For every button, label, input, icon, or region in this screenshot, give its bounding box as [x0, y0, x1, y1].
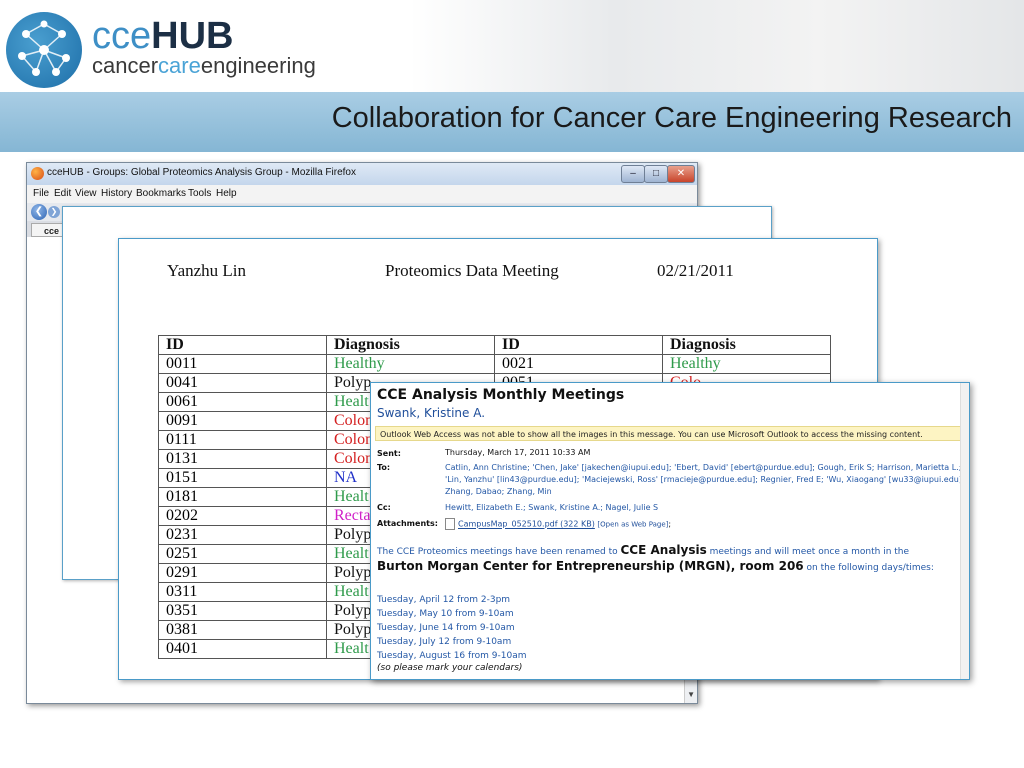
cell-id: 0131 — [158, 449, 327, 469]
cell-id: 0011 — [158, 354, 327, 374]
cell-id: 0151 — [158, 468, 327, 488]
attachment-link[interactable]: CampusMap_052510.pdf (322 KB) — [458, 520, 595, 529]
col-header-diagnosis: Diagnosis — [326, 335, 495, 355]
scroll-down-arrow-icon[interactable]: ▼ — [687, 690, 695, 699]
menu-edit[interactable]: Edit — [54, 188, 71, 199]
close-button[interactable]: ✕ — [667, 165, 695, 183]
brand-hub: HUB — [151, 15, 234, 57]
email-subject: CCE Analysis Monthly Meetings — [377, 387, 625, 403]
browser-titlebar: cceHUB - Groups: Global Proteomics Analy… — [27, 163, 697, 185]
doc-author: Yanzhu Lin — [167, 261, 247, 280]
cell-id: 0111 — [158, 430, 327, 450]
email-scrollbar[interactable] — [960, 383, 969, 679]
to-label: To: — [377, 463, 391, 472]
brand-tagline: cancercareengineering — [92, 55, 316, 77]
minimize-button[interactable]: – — [621, 165, 645, 183]
body-text-1b: CCE Analysis — [620, 543, 707, 557]
meeting-date-item: Tuesday, August 16 from 9-10am — [377, 651, 527, 661]
body-line-2: Burton Morgan Center for Entrepreneurshi… — [377, 559, 963, 575]
tagline-engineering: engineering — [200, 53, 316, 78]
calendar-note: (so please mark your calendars) — [377, 663, 523, 673]
cell-id: 0291 — [158, 563, 327, 583]
cc-label: Cc: — [377, 503, 391, 512]
cell-id: 0311 — [158, 582, 327, 602]
menu-view[interactable]: View — [75, 188, 97, 199]
body-text-1c: meetings and will meet once a month in t… — [706, 547, 910, 557]
email-window: CCE Analysis Monthly Meetings Swank, Kri… — [370, 382, 970, 680]
cell-id: 0202 — [158, 506, 327, 526]
brand-name: cceHUB — [92, 16, 233, 56]
menu-history[interactable]: History — [101, 188, 132, 199]
table-row: 0011 Healthy 0021 Healthy — [158, 354, 831, 374]
menu-bookmarks[interactable]: Bookmarks — [136, 188, 186, 199]
cell-id: 0091 — [158, 411, 327, 431]
cell-id: 0231 — [158, 525, 327, 545]
firefox-icon — [31, 167, 44, 180]
doc-title: Proteomics Data Meeting — [385, 261, 559, 280]
email-body: The CCE Proteomics meetings have been re… — [377, 543, 963, 575]
body-text-2a: Burton Morgan Center for Entrepreneurshi… — [377, 559, 804, 573]
meeting-date-item: Tuesday, July 12 from 9-10am — [377, 637, 512, 647]
forward-arrow-icon[interactable]: ❯ — [48, 206, 60, 218]
browser-window-title: cceHUB - Groups: Global Proteomics Analy… — [47, 167, 356, 178]
cell-id: 0381 — [158, 620, 327, 640]
tab-ccehub[interactable]: cce — [31, 223, 65, 237]
attachment-entry: CampusMap_052510.pdf (322 KB) [Open as W… — [445, 518, 965, 531]
cell-diagnosis-2: Healthy — [662, 354, 831, 374]
doc-date: 02/21/2011 — [657, 261, 734, 280]
attachments-label: Attachments: — [377, 519, 438, 528]
col-header-diagnosis-2: Diagnosis — [662, 335, 831, 355]
maximize-button[interactable]: □ — [644, 165, 668, 183]
cell-id: 0351 — [158, 601, 327, 621]
cell-id: 0181 — [158, 487, 327, 507]
email-sender[interactable]: Swank, Kristine A. — [377, 406, 485, 420]
sent-label: Sent: — [377, 449, 401, 458]
table-header-row: ID Diagnosis ID Diagnosis — [158, 335, 831, 355]
cell-id: 0251 — [158, 544, 327, 564]
image-warning-banner: Outlook Web Access was not able to show … — [375, 426, 961, 441]
body-line-1: The CCE Proteomics meetings have been re… — [377, 543, 963, 559]
cell-id: 0041 — [158, 373, 327, 393]
cell-id-2: 0021 — [494, 354, 663, 374]
tagline-cancer: cancer — [92, 53, 159, 78]
network-logo-icon — [6, 12, 82, 88]
col-header-id: ID — [158, 335, 327, 355]
body-text-1a: The CCE Proteomics meetings have been re… — [377, 547, 621, 557]
back-arrow-icon[interactable]: ❮ — [31, 204, 47, 220]
meeting-date-item: Tuesday, May 10 from 9-10am — [377, 609, 514, 619]
slide-header: cceHUB cancercareengineering — [0, 0, 1024, 92]
menu-help[interactable]: Help — [216, 188, 237, 199]
tagline-care: care — [158, 53, 201, 78]
file-icon — [445, 518, 455, 530]
to-recipients[interactable]: Catlin, Ann Christine; 'Chen, Jake' [jak… — [445, 462, 965, 498]
menu-tools[interactable]: Tools — [188, 188, 211, 199]
cell-diagnosis: Healthy — [326, 354, 495, 374]
col-header-id-2: ID — [494, 335, 663, 355]
cell-id: 0401 — [158, 639, 327, 659]
meeting-dates-list: Tuesday, April 12 from 2-3pm Tuesday, Ma… — [377, 593, 527, 663]
cc-recipients[interactable]: Hewitt, Elizabeth E.; Swank, Kristine A.… — [445, 502, 965, 514]
sent-value: Thursday, March 17, 2011 10:33 AM — [445, 448, 591, 457]
browser-menubar: File Edit View History Bookmarks Tools H… — [27, 185, 697, 203]
slide-title: Collaboration for Cancer Care Engineerin… — [331, 102, 1012, 134]
body-text-2b: on the following days/times: — [803, 563, 934, 573]
meeting-date-item: Tuesday, June 14 from 9-10am — [377, 623, 515, 633]
menu-file[interactable]: File — [33, 188, 49, 199]
brand-cce: cce — [92, 15, 152, 57]
open-as-web-page-link[interactable]: [Open as Web Page] — [597, 521, 668, 529]
meeting-date-item: Tuesday, April 12 from 2-3pm — [377, 595, 511, 605]
cell-id: 0061 — [158, 392, 327, 412]
